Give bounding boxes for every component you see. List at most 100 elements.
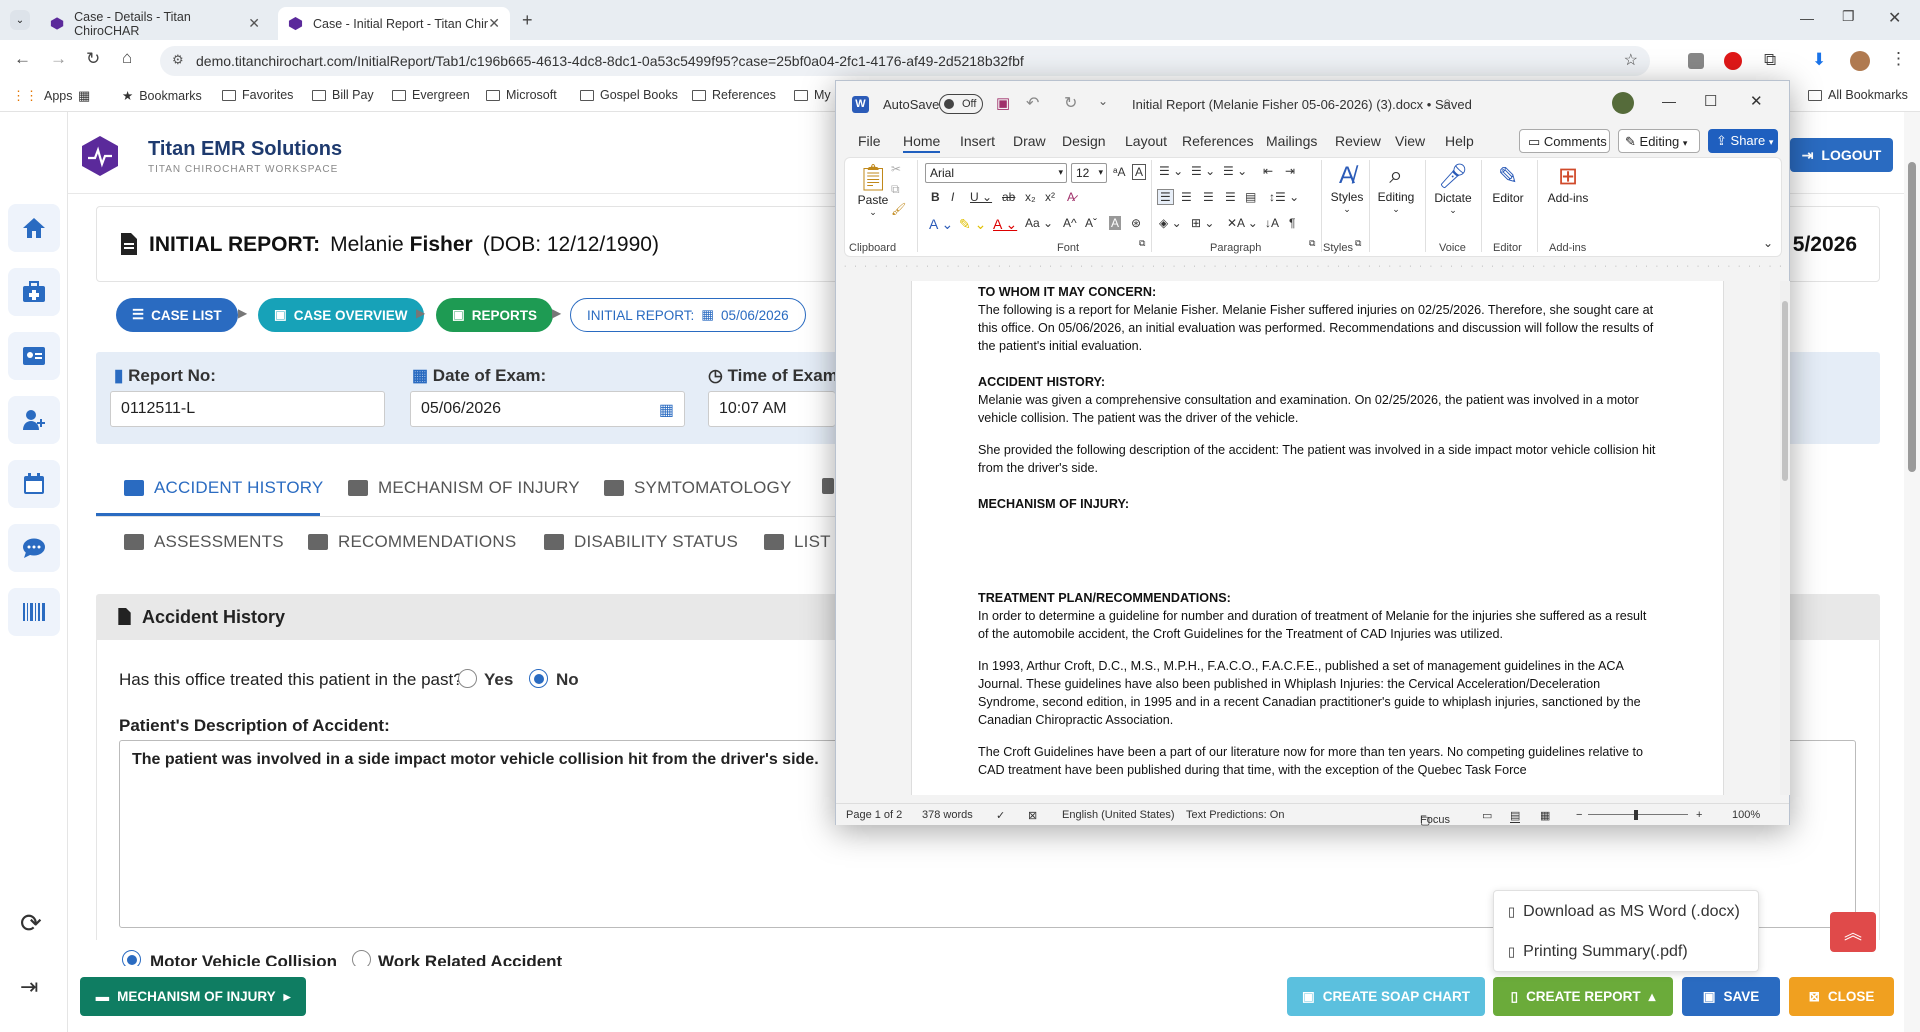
bookmark-microsoft[interactable]: Microsoft (486, 88, 557, 102)
nav-home[interactable] (8, 204, 60, 252)
close-button[interactable]: ⊠ CLOSE (1789, 977, 1894, 1016)
shrink-font-icon[interactable]: Aˇ (1085, 216, 1097, 230)
tab-mechanism-of-injury[interactable]: MECHANISM OF INJURY (348, 478, 580, 498)
bullets-icon[interactable]: ☰ ⌄ (1159, 164, 1183, 178)
bookmark-references[interactable]: References (692, 88, 776, 102)
save-icon[interactable]: ▣ (996, 94, 1010, 112)
styles-dialog-launcher-icon[interactable]: ⧉ (1355, 238, 1361, 249)
menu-insert[interactable]: Insert (960, 133, 995, 149)
home-icon[interactable]: ⌂ (122, 48, 132, 68)
paragraph-dialog-launcher-icon[interactable]: ⧉ (1309, 238, 1315, 249)
nav-barcode[interactable] (8, 588, 60, 636)
dictate-button[interactable]: 🎤︎ Dictate ⌄ (1430, 162, 1476, 216)
scroll-top-button[interactable]: ︽ (1830, 912, 1876, 952)
tab-recommendations[interactable]: RECOMMENDATIONS (308, 532, 516, 552)
extension-icon[interactable] (1688, 53, 1704, 69)
superscript-icon[interactable]: x² (1045, 190, 1055, 204)
addins-button[interactable]: ⊞ Add-ins (1543, 162, 1593, 205)
page-count[interactable]: Page 1 of 2 (846, 809, 902, 821)
minimize-window-icon[interactable]: — (1800, 10, 1814, 26)
accessibility-icon[interactable]: ⊠ (1028, 809, 1037, 822)
undo-icon[interactable]: ↶ (1026, 93, 1039, 113)
web-layout-icon[interactable]: ▦ (1540, 809, 1550, 822)
multilevel-list-icon[interactable]: ☰ ⌄ (1223, 164, 1247, 178)
calendar-picker-icon[interactable]: ▦ (659, 400, 674, 420)
menu-file[interactable]: File (858, 133, 881, 149)
bookmark-favorites[interactable]: Favorites (222, 88, 293, 102)
browser-tab-case-details[interactable]: Case - Details - Titan ChiroCHAR ✕ (40, 7, 270, 40)
create-report-button[interactable]: ▯ CREATE REPORT ▴ (1493, 977, 1673, 1016)
breadcrumb-reports[interactable]: ▣ REPORTS (436, 298, 554, 332)
tab-disability-status[interactable]: DISABILITY STATUS (544, 532, 738, 552)
bookmark-grid[interactable]: ▦ (78, 88, 90, 104)
character-spacing-icon[interactable]: Aa ⌄ (1025, 216, 1053, 230)
radio-no[interactable] (529, 669, 548, 688)
zoom-slider-thumb[interactable] (1634, 810, 1638, 820)
nav-patients[interactable] (8, 332, 60, 380)
tab-search-icon[interactable]: ⌄ (10, 10, 30, 30)
paste-button[interactable]: 📋︎ Paste ⌄ (853, 162, 893, 222)
breadcrumb-case-overview[interactable]: ▣ CASE OVERVIEW (258, 298, 424, 332)
highlight-icon[interactable]: ✎ ⌄ (959, 216, 986, 233)
page-scrollbar[interactable] (1904, 112, 1920, 1032)
back-icon[interactable]: ← (14, 49, 31, 69)
word-minimize-icon[interactable]: — (1662, 93, 1676, 109)
autosave-toggle[interactable]: Off (939, 94, 983, 114)
menu-design[interactable]: Design (1062, 133, 1106, 149)
change-case-icon[interactable]: ᵃA (1113, 165, 1125, 179)
show-marks-icon[interactable]: ¶ (1289, 216, 1295, 230)
comments-button[interactable]: ▭ Comments (1519, 129, 1610, 153)
subscript-icon[interactable]: x₂ (1025, 190, 1036, 204)
browser-menu-icon[interactable]: ⋮ (1890, 49, 1907, 69)
menu-help[interactable]: Help (1445, 133, 1474, 149)
font-size-select[interactable]: 12 ▾ (1071, 163, 1107, 183)
menu-mailings[interactable]: Mailings (1266, 133, 1317, 149)
strikethrough-icon[interactable]: ab (1002, 190, 1015, 204)
share-button[interactable]: ⇪ Share ▾ (1708, 129, 1778, 153)
word-count[interactable]: 378 words (922, 809, 973, 821)
browser-tab-initial-report[interactable]: Case - Initial Report - Titan Chir ✕ (278, 7, 510, 40)
bookmark-star-icon[interactable]: ☆ (1624, 50, 1638, 70)
font-color-icon[interactable]: A ⌄ (993, 216, 1017, 233)
word-search-icon[interactable]: ⌕ (1443, 93, 1451, 110)
menu-references[interactable]: References (1182, 133, 1254, 149)
tab-close-icon[interactable]: ✕ (248, 15, 260, 32)
text-effects-icon-2[interactable]: A ⌄ (929, 216, 953, 233)
word-close-icon[interactable]: ✕ (1750, 92, 1763, 110)
reload-icon[interactable]: ↻ (86, 49, 100, 69)
zoom-level[interactable]: 100% (1732, 809, 1760, 821)
enclose-char-icon[interactable]: ⊛ (1131, 216, 1141, 230)
redo-icon[interactable]: ↻ (1064, 93, 1077, 113)
menu-view[interactable]: View (1395, 133, 1425, 149)
align-left-icon[interactable]: ☰ (1157, 189, 1174, 205)
ribbon-collapse-icon[interactable]: ⌄ (1763, 236, 1773, 250)
proofing-icon[interactable]: ✓ (996, 809, 1005, 822)
editor-button[interactable]: ✎ Editor (1485, 162, 1531, 205)
download-icon[interactable]: ⬇ (1812, 50, 1826, 70)
shading-icon[interactable]: A (1109, 216, 1122, 230)
radio-yes[interactable] (458, 669, 477, 688)
print-layout-icon[interactable]: ▤ (1510, 809, 1521, 823)
align-right-icon[interactable]: ☰ (1203, 190, 1214, 204)
download-word-option[interactable]: ▯ Download as MS Word (.docx) (1508, 903, 1740, 921)
cut-icon[interactable]: ✂ (891, 162, 901, 176)
editing-button[interactable]: ⌕ Editing ⌄ (1373, 162, 1419, 215)
save-button[interactable]: ▣ SAVE (1682, 977, 1780, 1016)
time-of-exam-input[interactable]: 10:07 AM (708, 391, 835, 427)
sort-icon[interactable]: ↓A (1265, 216, 1279, 230)
site-info-icon[interactable]: ⚙ (172, 52, 184, 68)
close-window-icon[interactable]: ✕ (1888, 8, 1901, 28)
numbering-icon[interactable]: ☰ ⌄ (1191, 164, 1215, 178)
printing-summary-option[interactable]: ▯ Printing Summary(.pdf) (1508, 943, 1688, 961)
distributed-icon[interactable]: ▤ (1245, 190, 1256, 204)
forward-icon[interactable]: → (50, 49, 67, 69)
bookmark-apps[interactable]: ⋮⋮ Apps (12, 88, 73, 104)
next-mechanism-button[interactable]: ▬ MECHANISM OF INJURY ▸ (80, 977, 306, 1016)
document-scrollbar[interactable] (1780, 281, 1790, 795)
borders-icon[interactable]: ⊞ ⌄ (1191, 216, 1214, 230)
clear-format-icon[interactable]: A (1132, 164, 1147, 180)
menu-layout[interactable]: Layout (1125, 133, 1167, 149)
breadcrumb-initial-report[interactable]: INITIAL REPORT: ▦ 05/06/2026 (570, 298, 806, 332)
bookmark-gospel-books[interactable]: Gospel Books (580, 88, 678, 102)
read-mode-icon[interactable]: ▭ (1482, 809, 1492, 822)
